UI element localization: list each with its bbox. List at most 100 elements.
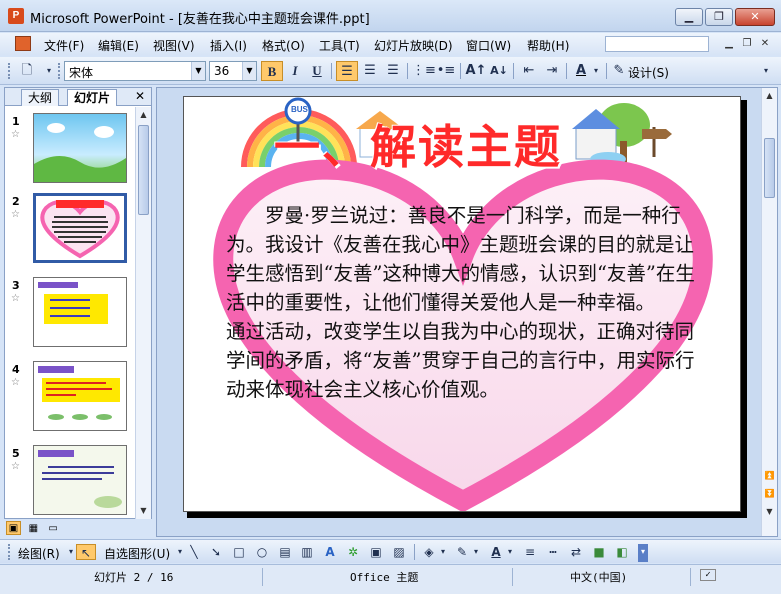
menu-help[interactable]: 帮助(H) [527, 37, 569, 54]
align-center-icon[interactable]: ☰ [359, 61, 381, 81]
arrow-tool-icon[interactable]: ➘ [208, 544, 224, 560]
chevron-down-icon[interactable]: ▾ [471, 544, 481, 560]
slide-thumbnail-row[interactable]: 3 ☆ [5, 277, 135, 355]
maximize-button[interactable]: ❐ [705, 8, 733, 26]
numbered-list-icon[interactable]: ⋮≡ [412, 61, 436, 81]
slide-thumbnail-row[interactable]: 5 ☆ [5, 445, 135, 519]
toolbar-options-icon[interactable]: ▾ [638, 544, 648, 562]
help-search-input[interactable] [605, 36, 709, 52]
draw-menu-button[interactable]: 绘图(R) [18, 545, 60, 562]
autoshapes-menu-button[interactable]: 自选图形(U) [104, 545, 170, 562]
slide-thumbnail[interactable] [33, 113, 127, 183]
slide-body-textbox[interactable]: 罗曼·罗兰说过：善良不是一门科学，而是一种行为。我设计《友善在我心中》主题班会课… [226, 201, 710, 404]
menu-view[interactable]: 视图(V) [153, 37, 195, 54]
bold-button[interactable]: B [261, 61, 283, 81]
powerpoint-app-icon[interactable]: P [8, 8, 24, 24]
scroll-down-icon[interactable]: ▼ [136, 503, 151, 519]
arrow-style-icon[interactable]: ⇄ [568, 544, 584, 560]
toolbar-options-icon[interactable]: ▾ [759, 61, 773, 81]
toolbar-grip-2[interactable] [58, 63, 61, 79]
toolbar-grip[interactable] [8, 63, 11, 79]
toolbar-grip[interactable] [8, 544, 11, 560]
align-left-icon[interactable]: ☰ [336, 61, 358, 81]
chevron-down-icon[interactable]: ▾ [438, 544, 448, 560]
menu-slideshow[interactable]: 幻灯片放映(D) [374, 37, 453, 54]
menu-window[interactable]: 窗口(W) [466, 37, 511, 54]
slide-title[interactable]: 一、解读主题 [274, 111, 562, 177]
dash-style-icon[interactable]: ┅ [545, 544, 561, 560]
doc-minimize-icon[interactable]: ▁ [722, 37, 736, 51]
minimize-button[interactable]: ▁ [675, 8, 703, 26]
design-icon[interactable]: ✎ [608, 61, 630, 81]
line-style-icon[interactable]: ≡ [522, 544, 538, 560]
select-pointer-icon[interactable]: ↖ [76, 544, 96, 560]
rectangle-tool-icon[interactable]: □ [231, 544, 247, 560]
3d-style-icon[interactable]: ◧ [614, 544, 630, 560]
scroll-down-icon[interactable]: ▼ [762, 504, 777, 520]
menu-format[interactable]: 格式(O) [262, 37, 305, 54]
diagram-icon[interactable]: ✲ [345, 544, 361, 560]
slide-thumbnail-row[interactable]: 1 ☆ [5, 113, 135, 191]
scrollbar-thumb[interactable] [138, 125, 149, 215]
font-color-icon[interactable]: A [488, 544, 504, 560]
slide-vertical-scrollbar[interactable]: ▲ ⏫ ⏬ ▼ [761, 88, 777, 536]
slide-thumbnail[interactable] [33, 277, 127, 347]
decrease-indent-icon[interactable]: ⇤ [518, 61, 540, 81]
scroll-up-icon[interactable]: ▲ [136, 107, 151, 123]
scroll-up-icon[interactable]: ▲ [762, 88, 777, 104]
decrease-font-icon[interactable]: A↓ [488, 61, 510, 81]
toolbar-options-icon[interactable]: ▾ [38, 61, 60, 81]
slide-canvas[interactable]: BUS 一、解读主题 罗曼·罗兰说过：善良不是一门科学，而是一种行为。我设计《友… [183, 96, 741, 512]
font-name-combobox[interactable]: 宋体 ▼ [64, 61, 206, 81]
underline-button[interactable]: U [306, 61, 328, 81]
doc-close-icon[interactable]: ✕ [758, 37, 772, 51]
chevron-down-icon[interactable]: ▼ [242, 62, 256, 80]
shadow-style-icon[interactable]: ■ [591, 544, 607, 560]
fill-color-icon[interactable]: ◈ [421, 544, 437, 560]
increase-indent-icon[interactable]: ⇥ [541, 61, 563, 81]
chevron-down-icon[interactable]: ▼ [191, 62, 205, 80]
normal-view-icon[interactable]: ▣ [6, 521, 21, 535]
slide-sorter-view-icon[interactable]: ▦ [26, 522, 41, 536]
scrollbar-thumb[interactable] [764, 138, 775, 198]
slide-thumbnail-art [38, 450, 122, 508]
line-tool-icon[interactable]: ╲ [186, 544, 202, 560]
slideshow-view-icon[interactable]: ▭ [46, 522, 61, 536]
menu-edit[interactable]: 编辑(E) [98, 37, 139, 54]
next-slide-icon[interactable]: ⏬ [762, 486, 777, 502]
menu-file[interactable]: 文件(F) [44, 37, 84, 54]
italic-button[interactable]: I [284, 61, 306, 81]
bullet-list-icon[interactable]: •≡ [435, 61, 457, 81]
previous-slide-icon[interactable]: ⏫ [762, 468, 777, 484]
wordart-icon[interactable]: A [322, 544, 338, 560]
line-color-icon[interactable]: ✎ [454, 544, 470, 560]
picture-icon[interactable]: ▨ [391, 544, 407, 560]
doc-restore-icon[interactable]: ❐ [740, 37, 754, 51]
align-right-icon[interactable]: ☰ [382, 61, 404, 81]
increase-font-icon[interactable]: A↑ [465, 61, 487, 81]
slide-thumbnail[interactable] [33, 361, 127, 431]
font-color-icon[interactable]: A [570, 61, 592, 81]
font-size-combobox[interactable]: 36 ▼ [209, 61, 257, 81]
close-button[interactable]: ✕ [735, 8, 775, 26]
design-button[interactable]: 设计(S) [628, 64, 669, 81]
slide-thumbnail-row[interactable]: 2 ☆ [5, 193, 135, 271]
tab-outline[interactable]: 大纲 [21, 89, 60, 106]
menu-tools[interactable]: 工具(T) [319, 37, 360, 54]
oval-tool-icon[interactable]: ○ [254, 544, 270, 560]
spellcheck-status-icon[interactable]: ✓ [700, 569, 716, 581]
slide-thumbnail-selected[interactable] [33, 193, 127, 263]
tab-slides[interactable]: 幻灯片 [67, 89, 118, 106]
textbox-tool-icon[interactable]: ▤ [277, 544, 293, 560]
clipart-icon[interactable]: ▣ [368, 544, 384, 560]
slides-panel-scrollbar[interactable]: ▲ ▼ [135, 107, 151, 519]
menu-insert[interactable]: 插入(I) [210, 37, 247, 54]
chevron-down-icon[interactable]: ▾ [590, 61, 602, 81]
slide-thumbnail-row[interactable]: 4 ☆ [5, 361, 135, 439]
vertical-textbox-icon[interactable]: ▥ [299, 544, 315, 560]
chevron-down-icon[interactable]: ▾ [505, 544, 515, 560]
close-icon[interactable]: ✕ [135, 89, 145, 103]
slide-thumbnail[interactable] [33, 445, 127, 515]
new-document-icon[interactable]: 🗋 [16, 61, 38, 81]
document-icon[interactable] [15, 36, 31, 51]
